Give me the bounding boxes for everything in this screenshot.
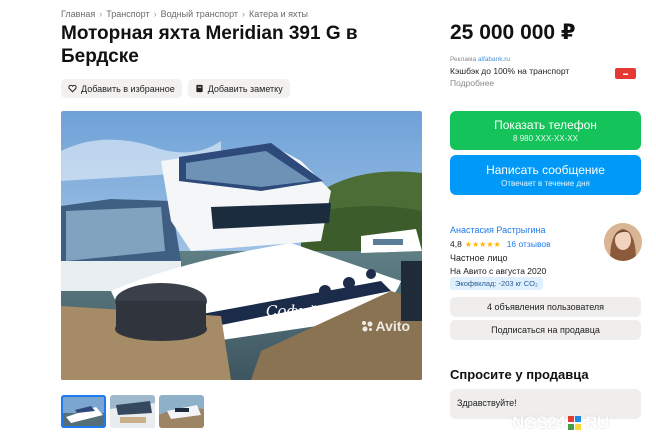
thumbnail-2[interactable] [110, 395, 155, 428]
heart-icon [68, 84, 77, 93]
breadcrumb-separator: › [99, 9, 103, 19]
ad-text: Кэшбэк до 100% на транспорт [450, 66, 570, 76]
breadcrumb: Главная › Транспорт › Водный транспорт ›… [61, 9, 308, 19]
breadcrumb-water-transport[interactable]: Водный транспорт [161, 9, 238, 19]
page-title: Моторная яхта Meridian 391 G в Бердске [61, 23, 358, 67]
add-note-button[interactable]: Добавить заметку [187, 79, 290, 98]
ad-label: Реклама alfabank.ru [450, 56, 511, 63]
write-message-label: Написать сообщение [486, 162, 605, 177]
ad-domain: alfabank.ru [477, 56, 511, 63]
breadcrumb-home[interactable]: Главная [61, 9, 95, 19]
rating-value: 4,8 [450, 239, 462, 249]
photo-thumbnails [61, 395, 204, 428]
ad-more-link[interactable]: Подробнее [450, 78, 636, 88]
avito-watermark: Avito [361, 318, 410, 334]
add-note-label: Добавить заметку [207, 83, 283, 94]
thumbnail-1[interactable] [61, 395, 106, 428]
bank-logo-icon: ▬ [615, 68, 636, 79]
phone-number-masked: 8 980 XXX-XX-XX [513, 134, 578, 143]
subscribe-seller-button[interactable]: Подписаться на продавца [450, 320, 641, 340]
show-phone-button[interactable]: Показать телефон 8 980 XXX-XX-XX [450, 111, 641, 150]
thumbnail-3[interactable] [159, 395, 204, 428]
note-icon [196, 84, 203, 93]
add-to-favorites-button[interactable]: Добавить в избранное [61, 79, 182, 98]
response-time-label: Отвечает в течение дня [501, 178, 590, 188]
ask-seller-heading: Спросите у продавца [450, 367, 589, 382]
seller-since: На Авито с августа 2020 [450, 266, 547, 276]
breadcrumb-separator: › [242, 9, 246, 19]
ngs24-watermark: NGS24 RU [512, 413, 609, 432]
seller-name[interactable]: Анастасия Растрыгина [450, 225, 600, 235]
price: 25 000 000 ₽ [450, 21, 576, 44]
eco-contribution-badge[interactable]: Экофвклад: -203 кг CO₂ [450, 277, 543, 290]
seller-info: Анастасия Растрыгина 4,8 ★★★★★ 16 отзыво… [450, 225, 600, 276]
ad-block[interactable]: Реклама alfabank.ru Кэшбэк до 100% на тр… [450, 56, 636, 88]
main-photo[interactable]: Софий Avito [61, 111, 422, 380]
listing-actions: Добавить в избранное Добавить заметку [61, 79, 290, 98]
add-to-favorites-label: Добавить в избранное [81, 83, 175, 94]
avito-logo-icon [361, 321, 373, 332]
reviews-link[interactable]: 16 отзывов [507, 239, 551, 249]
boat-name-text: Софий [266, 302, 318, 320]
breadcrumb-transport[interactable]: Транспорт [106, 9, 149, 19]
seller-avatar[interactable] [604, 223, 642, 261]
write-message-button[interactable]: Написать сообщение Отвечает в течение дн… [450, 155, 641, 195]
ngs24-logo-icon [568, 416, 582, 430]
show-phone-label: Показать телефон [494, 118, 597, 132]
seller-ads-button[interactable]: 4 объявления пользователя [450, 297, 641, 317]
rating-stars-icon: ★★★★★ [464, 239, 501, 249]
breadcrumb-boats-yachts[interactable]: Катера и яхты [249, 9, 308, 19]
breadcrumb-separator: › [153, 9, 157, 19]
seller-type: Частное лицо [450, 253, 508, 263]
seller-rating: 4,8 ★★★★★ 16 отзывов [450, 239, 600, 249]
